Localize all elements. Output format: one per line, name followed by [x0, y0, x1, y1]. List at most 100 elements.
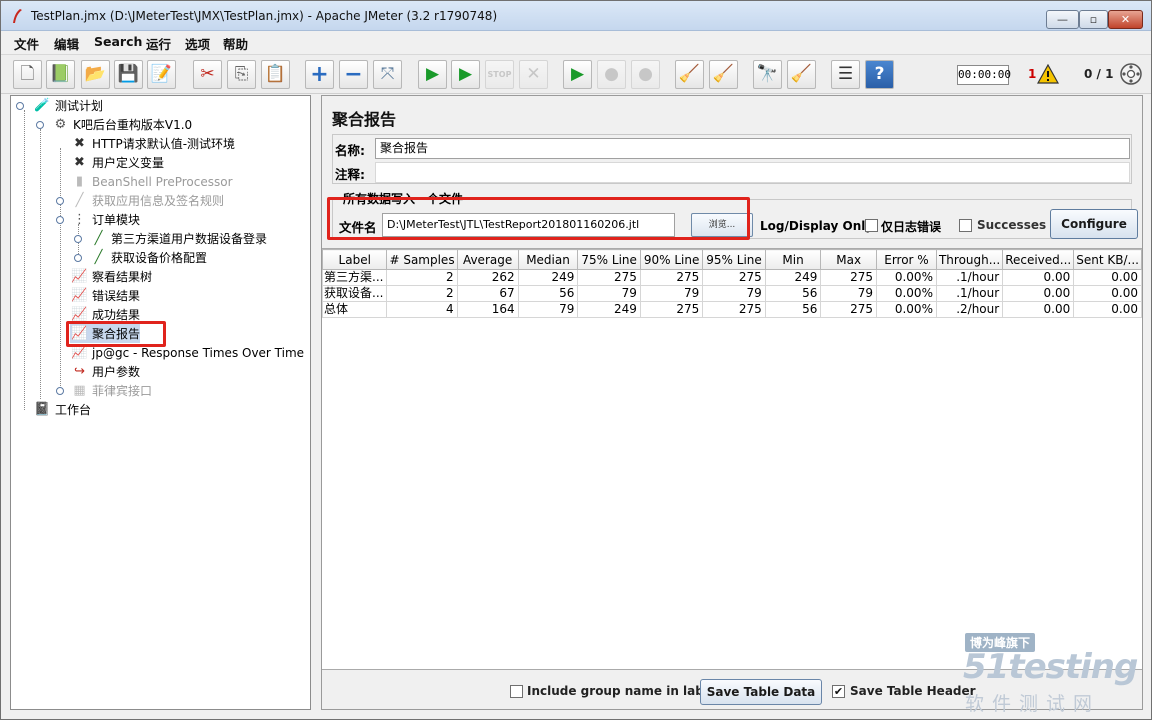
column-header[interactable]: Average: [456, 249, 519, 270]
toggle-icon: ⤧: [380, 64, 395, 84]
tree-node-test-plan[interactable]: 🧪 测试计划: [33, 96, 103, 115]
tree-node-third-party-login[interactable]: ╱ 第三方渠道用户数据设备登录: [89, 229, 267, 248]
menu-file[interactable]: 文件: [14, 34, 39, 53]
save-table-data-button[interactable]: Save Table Data: [700, 679, 822, 705]
errors-only-checkbox[interactable]: [865, 219, 878, 232]
new-button[interactable]: 🗋: [13, 60, 42, 89]
function-helper-button[interactable]: ☰: [831, 60, 860, 89]
table-row[interactable]: 第三方渠... 2 262 249 275 275 275 249 275 0.…: [321, 269, 1142, 286]
table-row[interactable]: 获取设备... 2 67 56 79 79 79 56 79 0.00% .1/…: [321, 285, 1142, 302]
expand-knob[interactable]: [74, 235, 82, 243]
expand-all-button[interactable]: +: [305, 60, 334, 89]
save-table-header-checkbox[interactable]: ✔: [832, 685, 845, 698]
listener-icon: 📈: [71, 288, 88, 303]
menu-search[interactable]: Search: [94, 34, 142, 49]
open-button[interactable]: 📂: [81, 60, 110, 89]
menu-run[interactable]: 运行: [146, 34, 171, 53]
column-header[interactable]: 95% Line: [702, 249, 766, 270]
reset-search-button[interactable]: 🧹: [787, 60, 816, 89]
expand-knob[interactable]: [36, 121, 44, 129]
table-cell: 164: [456, 301, 519, 318]
tree-node-label: 用户定义变量: [92, 156, 165, 170]
results-table-area[interactable]: Label # Samples Average Median 75% Line …: [321, 248, 1142, 670]
column-header[interactable]: Through...: [935, 249, 1004, 270]
tree-node-view-results-tree[interactable]: 📈 察看结果树: [70, 267, 152, 286]
remote-engines-icon[interactable]: [1119, 62, 1143, 86]
include-group-name-checkbox[interactable]: [510, 685, 523, 698]
search-button[interactable]: 🔭: [753, 60, 782, 89]
expand-knob[interactable]: [56, 197, 64, 205]
expand-knob[interactable]: [16, 102, 24, 110]
search-icon: 🔭: [756, 64, 779, 84]
column-header[interactable]: 90% Line: [639, 249, 704, 270]
help-button[interactable]: ?: [865, 60, 894, 89]
tree-node-order-module[interactable]: ⋮ 订单模块: [70, 210, 140, 229]
column-header[interactable]: Received...: [1002, 249, 1075, 270]
clear-icon: 🧹: [678, 64, 701, 84]
column-header[interactable]: Min: [764, 249, 822, 270]
maximize-button[interactable]: ▫: [1079, 10, 1108, 29]
table-cell: 275: [820, 301, 877, 318]
table-cell: 275: [639, 301, 704, 318]
toggle-button[interactable]: ⤧: [373, 60, 402, 89]
tree-node-workbench[interactable]: 📓 工作台: [33, 400, 91, 419]
split-pane-divider[interactable]: [312, 95, 320, 710]
paste-button[interactable]: 📋: [261, 60, 290, 89]
remote-stop-button[interactable]: ●: [597, 60, 626, 89]
copy-button[interactable]: ⎘: [227, 60, 256, 89]
expand-knob[interactable]: [74, 254, 82, 262]
tree-node-device-price[interactable]: ╱ 获取设备价格配置: [89, 248, 207, 267]
tree-node-user-vars[interactable]: ✖ 用户定义变量: [70, 153, 164, 172]
column-header[interactable]: Sent KB/...: [1073, 249, 1142, 270]
close-button[interactable]: ✕: [1108, 10, 1143, 29]
minimize-button[interactable]: —: [1046, 10, 1079, 29]
warning-icon[interactable]: [1037, 64, 1059, 84]
tree-node-user-params[interactable]: ↪ 用户参数: [70, 362, 140, 381]
save-button[interactable]: 💾: [114, 60, 143, 89]
clear-all-button[interactable]: 🧹: [709, 60, 738, 89]
results-table[interactable]: Label # Samples Average Median 75% Line …: [321, 249, 1142, 318]
tree-node-thread-group[interactable]: ⚙ K吧后台重构版本V1.0: [51, 115, 193, 134]
column-header[interactable]: 75% Line: [577, 249, 641, 270]
table-cell: 0.00: [1073, 301, 1142, 318]
start-no-pauses-button[interactable]: ▶: [451, 60, 480, 89]
table-row-total[interactable]: 总体 4 164 79 249 275 275 56 275 0.00% .2/…: [321, 301, 1142, 318]
start-button[interactable]: ▶: [418, 60, 447, 89]
configure-button[interactable]: Configure: [1050, 209, 1138, 239]
remote-shutdown-button[interactable]: ●: [631, 60, 660, 89]
jmeter-window: TestPlan.jmx (D:\JMeterTest\JMX\TestPlan…: [0, 0, 1152, 720]
tree-node-philippines-api[interactable]: ▦ 菲律宾接口: [70, 381, 152, 400]
new-icon: 🗋: [20, 64, 35, 84]
menu-edit[interactable]: 编辑: [54, 34, 79, 53]
tree-node-beanshell[interactable]: ▮ BeanShell PreProcessor: [70, 172, 233, 191]
column-header[interactable]: # Samples: [386, 249, 458, 270]
table-cell: .2/hour: [935, 301, 1004, 318]
stop-button[interactable]: STOP: [485, 60, 514, 89]
tree-node-http-defaults[interactable]: ✖ HTTP请求默认值-测试环境: [70, 134, 235, 153]
function-helper-icon: ☰: [837, 64, 854, 84]
templates-button[interactable]: 📗: [46, 60, 75, 89]
cut-button[interactable]: ✂: [193, 60, 222, 89]
expand-knob[interactable]: [56, 216, 64, 224]
expand-knob[interactable]: [56, 387, 64, 395]
clear-button[interactable]: 🧹: [675, 60, 704, 89]
cut-icon: ✂: [200, 64, 215, 84]
column-header[interactable]: Label: [321, 249, 388, 270]
collapse-all-button[interactable]: −: [339, 60, 368, 89]
save-as-button[interactable]: 📝: [147, 60, 176, 89]
comment-field[interactable]: [375, 162, 1130, 183]
column-header[interactable]: Median: [517, 249, 579, 270]
tree-node-error-results[interactable]: 📈 错误结果: [70, 286, 140, 305]
column-header[interactable]: Error %: [875, 249, 937, 270]
table-cell: 79: [517, 301, 579, 318]
test-plan-tree[interactable]: 🧪 测试计划 ⚙ K吧后台重构版本V1.0 ✖ HTTP请求默认值-测试环境 ✖…: [10, 95, 311, 710]
menu-help[interactable]: 帮助: [223, 34, 248, 53]
tree-node-app-info[interactable]: ╱ 获取应用信息及签名规则: [70, 191, 224, 210]
name-field[interactable]: 聚合报告: [375, 138, 1130, 159]
table-cell: 249: [577, 301, 641, 318]
column-header[interactable]: Max: [820, 249, 877, 270]
successes-checkbox[interactable]: [959, 219, 972, 232]
remote-start-button[interactable]: ▶: [563, 60, 592, 89]
shutdown-button[interactable]: ✕: [519, 60, 548, 89]
menu-options[interactable]: 选项: [185, 34, 210, 53]
